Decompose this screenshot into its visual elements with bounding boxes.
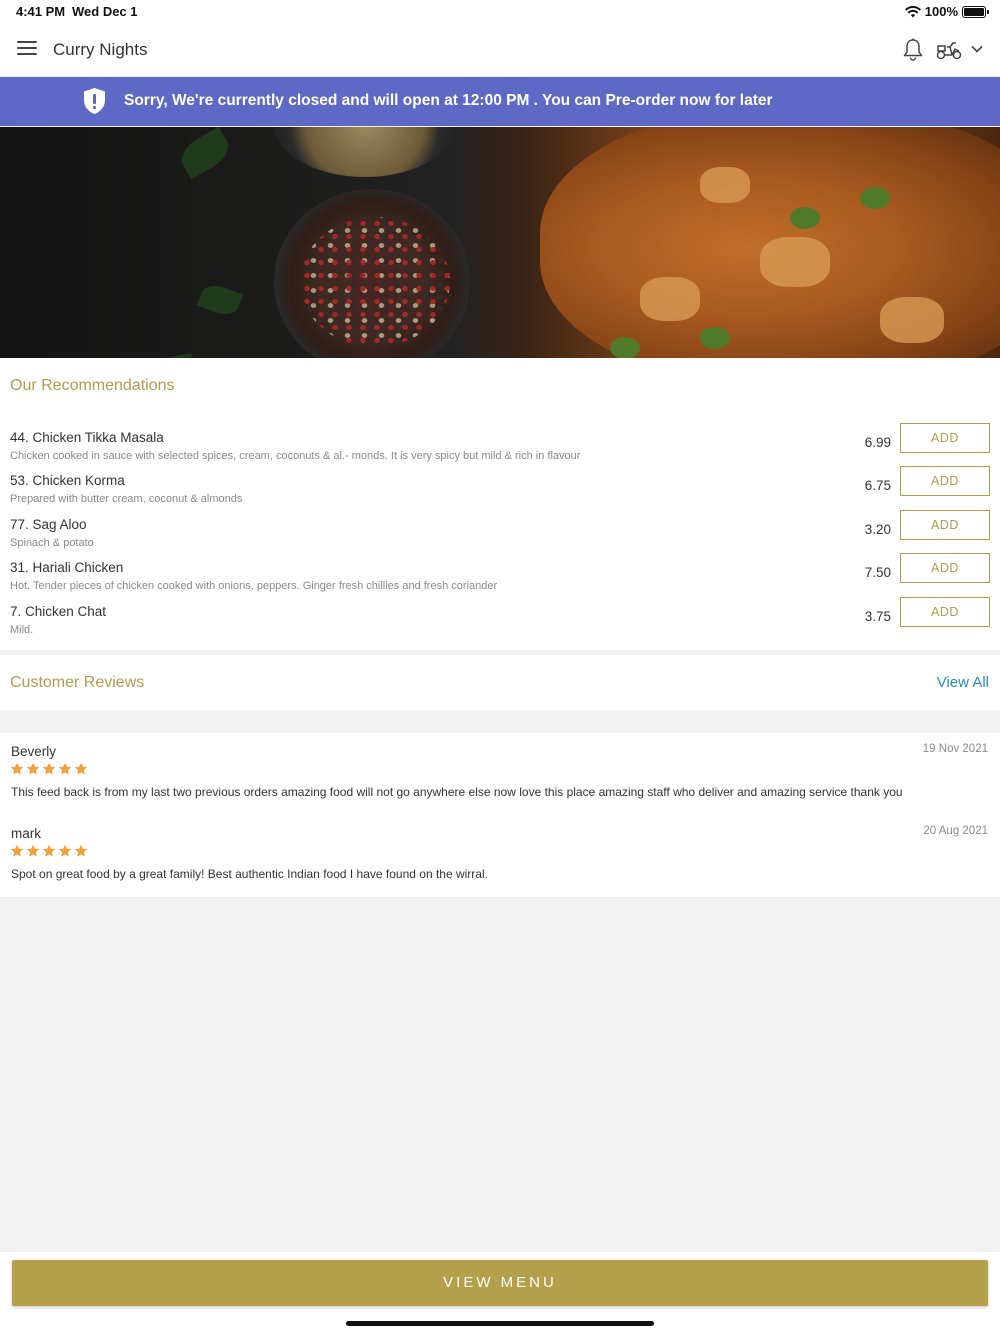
status-date: Wed Dec 1 (72, 4, 138, 19)
star-icon (10, 844, 24, 857)
chevron-down-icon[interactable] (970, 42, 984, 56)
add-button[interactable]: ADD (900, 510, 990, 540)
menu-icon[interactable] (17, 41, 37, 57)
menu-item: 77. Sag Aloo Spinach & potato 3.20 ADD (0, 510, 1000, 560)
menu-item-description: Chicken cooked in sauce with selected sp… (10, 450, 581, 462)
star-icon (26, 844, 40, 857)
menu-item-name: 44. Chicken Tikka Masala (10, 430, 164, 445)
shield-alert-icon (84, 88, 105, 114)
star-icon (26, 762, 40, 775)
hero-image (0, 127, 1000, 358)
star-rating (10, 844, 88, 858)
menu-item: 31. Hariali Chicken Hot. Tender pieces o… (0, 553, 1000, 603)
closed-banner: Sorry, We're currently closed and will o… (0, 77, 1000, 126)
review-item: Beverly 19 Nov 2021 This feed back is fr… (0, 733, 1000, 803)
reviews-header: Customer Reviews View All (0, 655, 1000, 710)
star-rating (10, 762, 88, 776)
review-item: mark 20 Aug 2021 Spot on great food by a… (0, 815, 1000, 885)
peppercorn-bowl (272, 127, 458, 177)
add-button[interactable]: ADD (900, 466, 990, 496)
menu-item-price: 3.75 (864, 609, 891, 624)
menu-item-price: 6.99 (864, 435, 891, 450)
menu-item-name: 7. Chicken Chat (10, 604, 107, 619)
closed-message: Sorry, We're currently closed and will o… (124, 92, 773, 109)
battery-icon (962, 5, 989, 18)
star-icon (42, 762, 56, 775)
review-text: Spot on great food by a great family! Be… (11, 867, 488, 881)
reviews-title: Customer Reviews (10, 674, 145, 691)
review-text: This feed back is from my last two previ… (11, 785, 903, 799)
menu-item-name: 77. Sag Aloo (10, 517, 87, 532)
review-author: mark (11, 826, 41, 841)
bell-icon[interactable] (902, 38, 924, 62)
app-bar: Curry Nights (0, 24, 1000, 77)
star-icon (58, 844, 72, 857)
recommendations-title: Our Recommendations (10, 377, 175, 394)
star-icon (10, 762, 24, 775)
status-right: 100% (904, 4, 989, 19)
menu-item-description: Mild. (10, 624, 34, 636)
home-indicator (346, 1321, 654, 1326)
status-bar: 4:41 PM Wed Dec 1 100% (0, 0, 1000, 24)
battery-percent: 100% (924, 4, 958, 19)
menu-item-description: Spinach & potato (10, 537, 94, 549)
menu-item-name: 53. Chicken Korma (10, 473, 125, 488)
app-title: Curry Nights (53, 40, 148, 59)
star-icon (74, 844, 88, 857)
recommendations-section: Our Recommendations 44. Chicken Tikka Ma… (0, 358, 1000, 650)
scooter-icon[interactable] (936, 40, 962, 60)
review-author: Beverly (11, 744, 57, 759)
add-button[interactable]: ADD (900, 597, 990, 627)
menu-item-price: 3.20 (864, 522, 891, 537)
star-icon (42, 844, 56, 857)
menu-item-price: 7.50 (864, 565, 891, 580)
menu-item: 7. Chicken Chat Mild. 3.75 ADD (0, 597, 1000, 647)
add-button[interactable]: ADD (900, 553, 990, 583)
menu-item-description: Prepared with butter cream, coconut & al… (10, 493, 243, 505)
view-menu-button[interactable]: VIEW MENU (12, 1260, 988, 1306)
menu-item-price: 6.75 (864, 478, 891, 493)
reviews-list: Beverly 19 Nov 2021 This feed back is fr… (0, 733, 1000, 897)
menu-item: 44. Chicken Tikka Masala Chicken cooked … (0, 423, 1000, 473)
menu-item: 53. Chicken Korma Prepared with butter c… (0, 466, 1000, 516)
view-all-link[interactable]: View All (937, 674, 989, 691)
peppercorns (300, 217, 450, 347)
review-date: 20 Aug 2021 (923, 825, 988, 837)
bottom-bar: VIEW MENU (0, 1252, 1000, 1334)
add-button[interactable]: ADD (900, 423, 990, 453)
review-date: 19 Nov 2021 (922, 743, 988, 755)
menu-item-name: 31. Hariali Chicken (10, 560, 124, 575)
status-time: 4:41 PM (16, 4, 66, 19)
star-icon (58, 762, 72, 775)
star-icon (74, 762, 88, 775)
wifi-icon (904, 5, 921, 17)
menu-item-description: Hot. Tender pieces of chicken cooked wit… (10, 580, 498, 592)
